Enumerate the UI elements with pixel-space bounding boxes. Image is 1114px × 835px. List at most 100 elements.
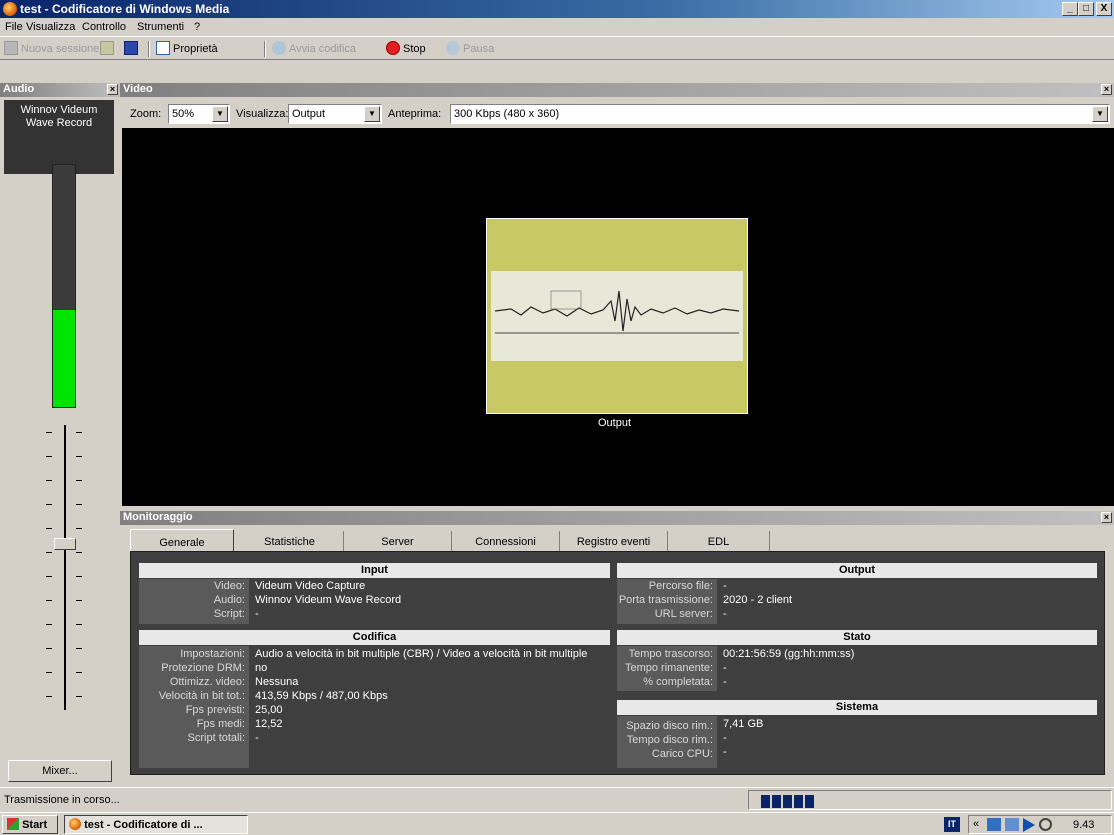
- codifica-velocita-value: 413,59 Kbps / 487,00 Kbps: [255, 690, 388, 702]
- video-panel-close-button[interactable]: ×: [1101, 84, 1112, 95]
- properties-label: Proprietà: [173, 43, 218, 55]
- video-toolbar: Zoom: 50% ▼ Visualizza: Output ▼ Antepri…: [122, 100, 1114, 128]
- volume-tick: [76, 648, 82, 649]
- menu-help[interactable]: ?: [194, 21, 200, 33]
- output-url-value: -: [723, 608, 727, 620]
- properties-icon: [156, 41, 170, 55]
- codifica-script-totali-key: Script totali:: [187, 732, 245, 744]
- system-tray: « 9.43: [968, 815, 1112, 834]
- volume-tick: [46, 456, 52, 457]
- audio-panel-header: Audio ×: [0, 83, 120, 97]
- volume-tick: [46, 432, 52, 433]
- audio-level-fill: [53, 310, 75, 407]
- status-progress-pane: [748, 790, 1112, 810]
- tray-expand-chevron[interactable]: «: [973, 818, 979, 830]
- output-porta-value: 2020 - 2 client: [723, 594, 793, 606]
- video-panel-title: Video: [123, 83, 153, 95]
- volume-tick: [46, 696, 52, 697]
- volume-tick: [76, 600, 82, 601]
- output-porta-key: Porta trasmissione:: [618, 594, 713, 606]
- maximize-button[interactable]: □: [1078, 2, 1094, 16]
- tray-network-icon[interactable]: [1005, 818, 1019, 831]
- stato-rimanente-key: Tempo rimanente:: [624, 662, 713, 674]
- taskbar-item-encoder[interactable]: test - Codificatore di ...: [64, 815, 248, 834]
- language-indicator[interactable]: IT: [944, 817, 960, 832]
- sistema-section-header: Sistema: [617, 700, 1097, 715]
- monitor-panel-close-button[interactable]: ×: [1101, 512, 1112, 523]
- pause-icon: [446, 41, 460, 55]
- pause-button[interactable]: Pausa: [446, 41, 494, 57]
- audio-panel-close-button[interactable]: ×: [107, 84, 118, 95]
- video-output-frame: [486, 218, 748, 414]
- tab-generale[interactable]: Generale: [130, 529, 234, 553]
- input-audio-value: Winnov Videum Wave Record: [255, 594, 402, 606]
- tray-play-icon[interactable]: [1023, 818, 1035, 832]
- input-section-header: Input: [139, 563, 610, 578]
- audio-volume-slider-track[interactable]: [64, 425, 66, 710]
- tray-app-icon[interactable]: [987, 818, 1001, 831]
- close-button[interactable]: X: [1096, 2, 1112, 16]
- codifica-fps-medi-key: Fps medi:: [196, 718, 245, 730]
- volume-tick: [76, 672, 82, 673]
- tab-registro-eventi[interactable]: Registro eventi: [560, 531, 668, 553]
- video-preview-area: Output: [122, 128, 1114, 506]
- zoom-select[interactable]: 50% ▼: [168, 104, 230, 124]
- stop-icon: [386, 41, 400, 55]
- audio-level-meter: [52, 164, 76, 408]
- mixer-button[interactable]: Mixer...: [8, 760, 112, 782]
- clock: 9.43: [1073, 819, 1095, 831]
- menu-strumenti[interactable]: Strumenti: [137, 21, 184, 33]
- menu-controllo[interactable]: Controllo: [82, 21, 126, 33]
- sistema-cpu-key: Carico CPU:: [651, 748, 713, 760]
- tab-edl[interactable]: EDL: [668, 531, 770, 553]
- volume-tick: [76, 480, 82, 481]
- tab-statistiche[interactable]: Statistiche: [236, 531, 344, 553]
- audio-volume-slider-thumb[interactable]: [54, 538, 76, 550]
- new-session-button[interactable]: Nuova sessione: [4, 41, 99, 57]
- output-percorso-value: -: [723, 580, 727, 592]
- codifica-ottimizz-value: Nessuna: [255, 676, 299, 688]
- save-button[interactable]: [124, 41, 141, 57]
- view-select[interactable]: Output ▼: [288, 104, 382, 124]
- status-text: Trasmissione in corso...: [4, 794, 120, 806]
- start-encoding-label: Avvia codifica: [289, 43, 357, 55]
- volume-tick: [76, 456, 82, 457]
- stato-completata-key: % completata:: [643, 676, 713, 688]
- menu-file[interactable]: File: [5, 21, 23, 33]
- audio-panel-title: Audio: [3, 83, 35, 95]
- menu-visualizza[interactable]: Visualizza: [26, 21, 75, 33]
- volume-tick: [76, 432, 82, 433]
- codifica-fps-previsti-key: Fps previsti:: [185, 704, 245, 716]
- volume-tick: [46, 504, 52, 505]
- stato-trascorso-key: Tempo trascorso:: [628, 648, 713, 660]
- tray-broadcast-icon[interactable]: [1039, 818, 1052, 831]
- start-button[interactable]: Start: [2, 815, 58, 834]
- codifica-section-header: Codifica: [139, 630, 610, 645]
- window-title: test - Codificatore di Windows Media: [20, 2, 230, 16]
- volume-tick: [46, 600, 52, 601]
- view-value: Output: [292, 108, 326, 120]
- monitor-panel-header: Monitoraggio ×: [120, 511, 1114, 525]
- minimize-button[interactable]: _: [1062, 2, 1078, 16]
- sistema-cpu-value: -: [723, 746, 727, 758]
- preview-value: 300 Kbps (480 x 360): [454, 108, 560, 120]
- new-session-icon: [4, 41, 18, 55]
- open-button[interactable]: [100, 41, 117, 57]
- progress-block: [772, 795, 781, 808]
- toolbar-separator: [148, 41, 150, 57]
- output-url-key: URL server:: [654, 608, 713, 620]
- audio-source-box: Winnov Videum Wave Record: [4, 100, 114, 174]
- tab-connessioni[interactable]: Connessioni: [452, 531, 560, 553]
- start-encoding-icon: [272, 41, 286, 55]
- sistema-spazio-value: 7,41 GB: [723, 718, 764, 730]
- toolbar-separator: [264, 41, 266, 57]
- properties-button[interactable]: Proprietà: [156, 41, 218, 57]
- start-encoding-button[interactable]: Avvia codifica: [272, 41, 356, 57]
- volume-tick: [76, 504, 82, 505]
- preview-select[interactable]: 300 Kbps (480 x 360) ▼: [450, 104, 1110, 124]
- codifica-script-totali-value: -: [255, 732, 259, 744]
- stop-button[interactable]: Stop: [386, 41, 426, 57]
- progress-block: [783, 795, 792, 808]
- volume-tick: [76, 528, 82, 529]
- tab-server[interactable]: Server: [344, 531, 452, 553]
